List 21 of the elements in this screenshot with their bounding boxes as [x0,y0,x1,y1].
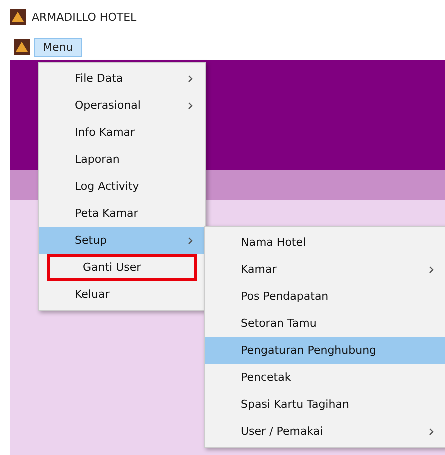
dropdown-option[interactable]: Spasi Kartu Tagihan [205,391,445,418]
window-title: ARMADILLO HOTEL [32,10,137,24]
dropdown-option[interactable]: Pencetak [205,364,445,391]
dropdown-option[interactable]: Setup [39,227,205,254]
dropdown-option[interactable]: Setoran Tamu [205,310,445,337]
dropdown-option[interactable]: Info Kamar [39,119,205,146]
hotel-logo-icon [14,39,30,55]
dropdown-option[interactable]: Ganti User [47,254,197,281]
menu-bar-item[interactable]: Menu [34,38,82,56]
dropdown-option[interactable]: Operasional [39,92,205,119]
dropdown-option[interactable]: Pengaturan Penghubung [205,337,445,364]
dropdown-option[interactable]: Laporan [39,146,205,173]
dropdown-option[interactable]: Pos Pendapatan [205,283,445,310]
dropdown-option[interactable]: File Data [39,65,205,92]
dropdown-option[interactable]: Kamar [205,256,445,283]
dropdown-option[interactable]: User / Pemakai [205,418,445,445]
dropdown-option[interactable]: Peta Kamar [39,200,205,227]
dropdown-option[interactable]: Log Activity [39,173,205,200]
hotel-logo-icon [10,9,26,25]
dropdown-option[interactable]: Keluar [39,281,205,308]
dropdown-option[interactable]: Nama Hotel [205,229,445,256]
